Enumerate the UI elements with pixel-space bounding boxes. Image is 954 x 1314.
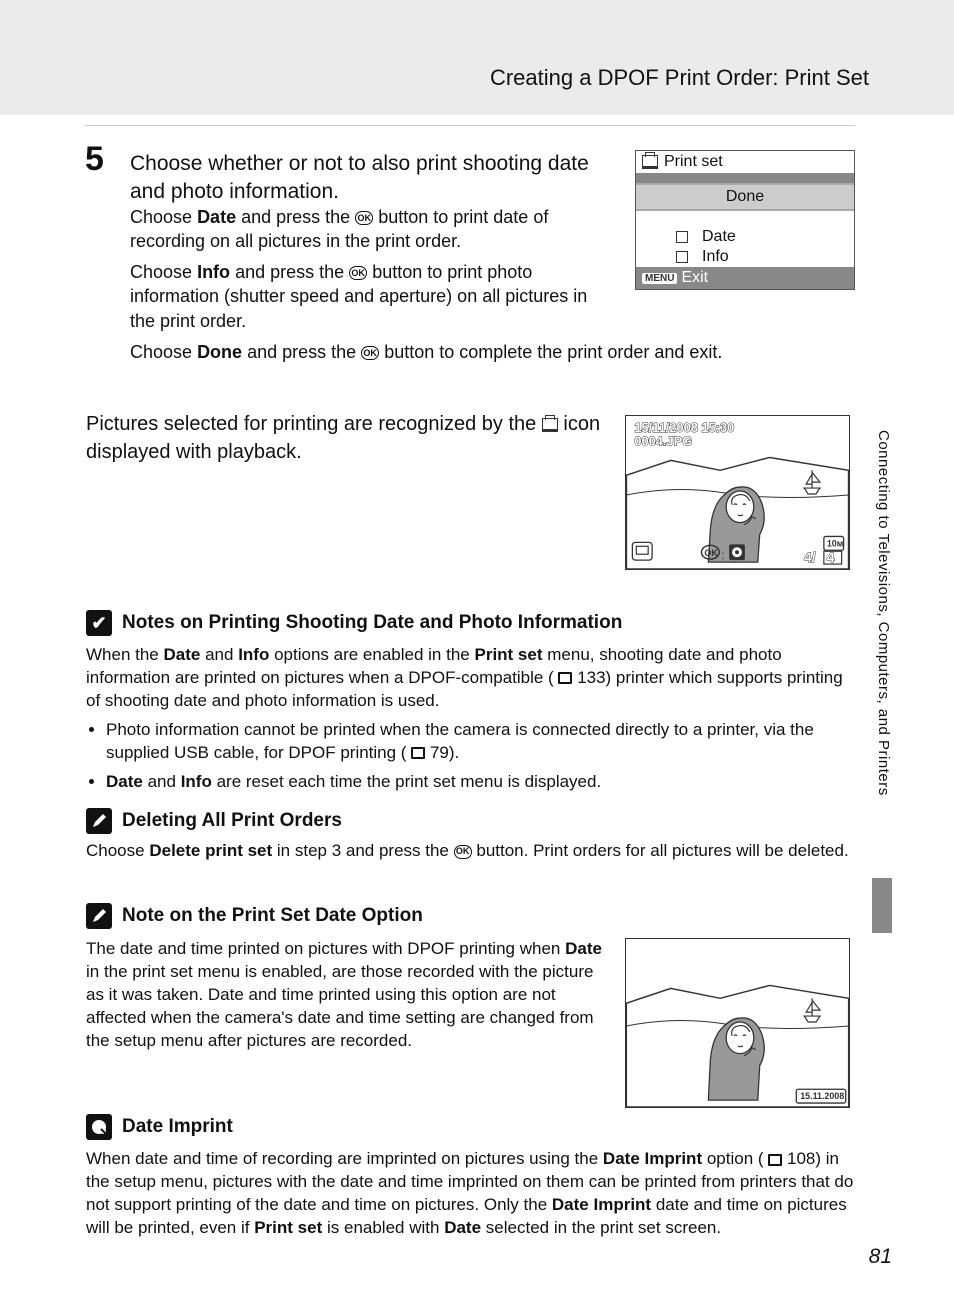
print-set-icon xyxy=(642,155,658,169)
pencil-icon xyxy=(86,903,112,929)
step-paragraph-info: Choose Info and press the OK button to p… xyxy=(130,260,610,333)
notes-heading-4: Date Imprint xyxy=(86,1114,233,1140)
playback-note: Pictures selected for printing are recog… xyxy=(86,410,616,466)
side-tab-label: Connecting to Televisions, Computers, an… xyxy=(875,430,892,870)
page-header: Creating a DPOF Print Order: Print Set xyxy=(490,65,869,91)
page-number: 81 xyxy=(869,1245,892,1269)
step-number: 5 xyxy=(85,140,104,179)
playback-preview: 15/11/2008 15:30 0004.JPG OK : 10м 4/ 4 xyxy=(625,415,850,570)
print-set-exit: Exit xyxy=(681,269,708,287)
ok-icon: OK xyxy=(454,845,472,859)
svg-text:10м: 10м xyxy=(827,538,843,548)
check-icon: ✔ xyxy=(86,610,112,636)
ok-icon: OK xyxy=(349,266,367,280)
notes-heading-1: ✔ Notes on Printing Shooting Date and Ph… xyxy=(86,610,622,636)
notes-heading-3: Note on the Print Set Date Option xyxy=(86,903,423,929)
print-set-info: Info xyxy=(702,248,729,266)
print-set-done: Done xyxy=(636,183,854,211)
ok-icon: OK xyxy=(355,211,373,225)
notes-body-1: When the Date and Info options are enabl… xyxy=(86,644,856,713)
print-set-menu: Print set Done Date Info MENU Exit xyxy=(635,150,855,290)
date-imprint-stamp: 15.11.2008 xyxy=(800,1091,844,1101)
side-tab-marker xyxy=(872,878,892,933)
notes-body-2: Choose Delete print set in step 3 and pr… xyxy=(86,840,856,863)
reference-icon xyxy=(768,1154,782,1166)
playback-filename: 0004.JPG xyxy=(634,434,692,449)
tip-icon xyxy=(86,1114,112,1140)
playback-datetime: 15/11/2008 15:30 xyxy=(634,420,734,435)
menu-chip-icon: MENU xyxy=(642,273,677,284)
reference-icon xyxy=(558,672,572,684)
svg-text:OK: OK xyxy=(704,548,718,558)
divider xyxy=(85,125,855,126)
notes-body-4: When date and time of recording are impr… xyxy=(86,1148,856,1240)
pencil-icon xyxy=(86,808,112,834)
notes-body-3: The date and time printed on pictures wi… xyxy=(86,938,616,1053)
svg-text:4/: 4/ xyxy=(804,549,816,565)
playback-preview-2: 15.11.2008 xyxy=(625,938,850,1108)
reference-icon xyxy=(411,747,425,759)
svg-text::: : xyxy=(721,548,724,562)
step-paragraph-done: Choose Done and press the OK button to c… xyxy=(130,340,850,364)
print-set-date: Date xyxy=(702,228,736,246)
notes-heading-2: Deleting All Print Orders xyxy=(86,808,342,834)
step-title: Choose whether or not to also print shoo… xyxy=(130,150,620,207)
print-set-title: Print set xyxy=(664,153,723,171)
step-paragraph-date: Choose Date and press the OK button to p… xyxy=(130,205,590,254)
print-set-icon xyxy=(542,418,558,432)
ok-icon: OK xyxy=(361,346,379,360)
checkbox-date xyxy=(676,231,688,243)
checkbox-info xyxy=(676,251,688,263)
notes-bullets: Photo information cannot be printed when… xyxy=(86,719,856,800)
